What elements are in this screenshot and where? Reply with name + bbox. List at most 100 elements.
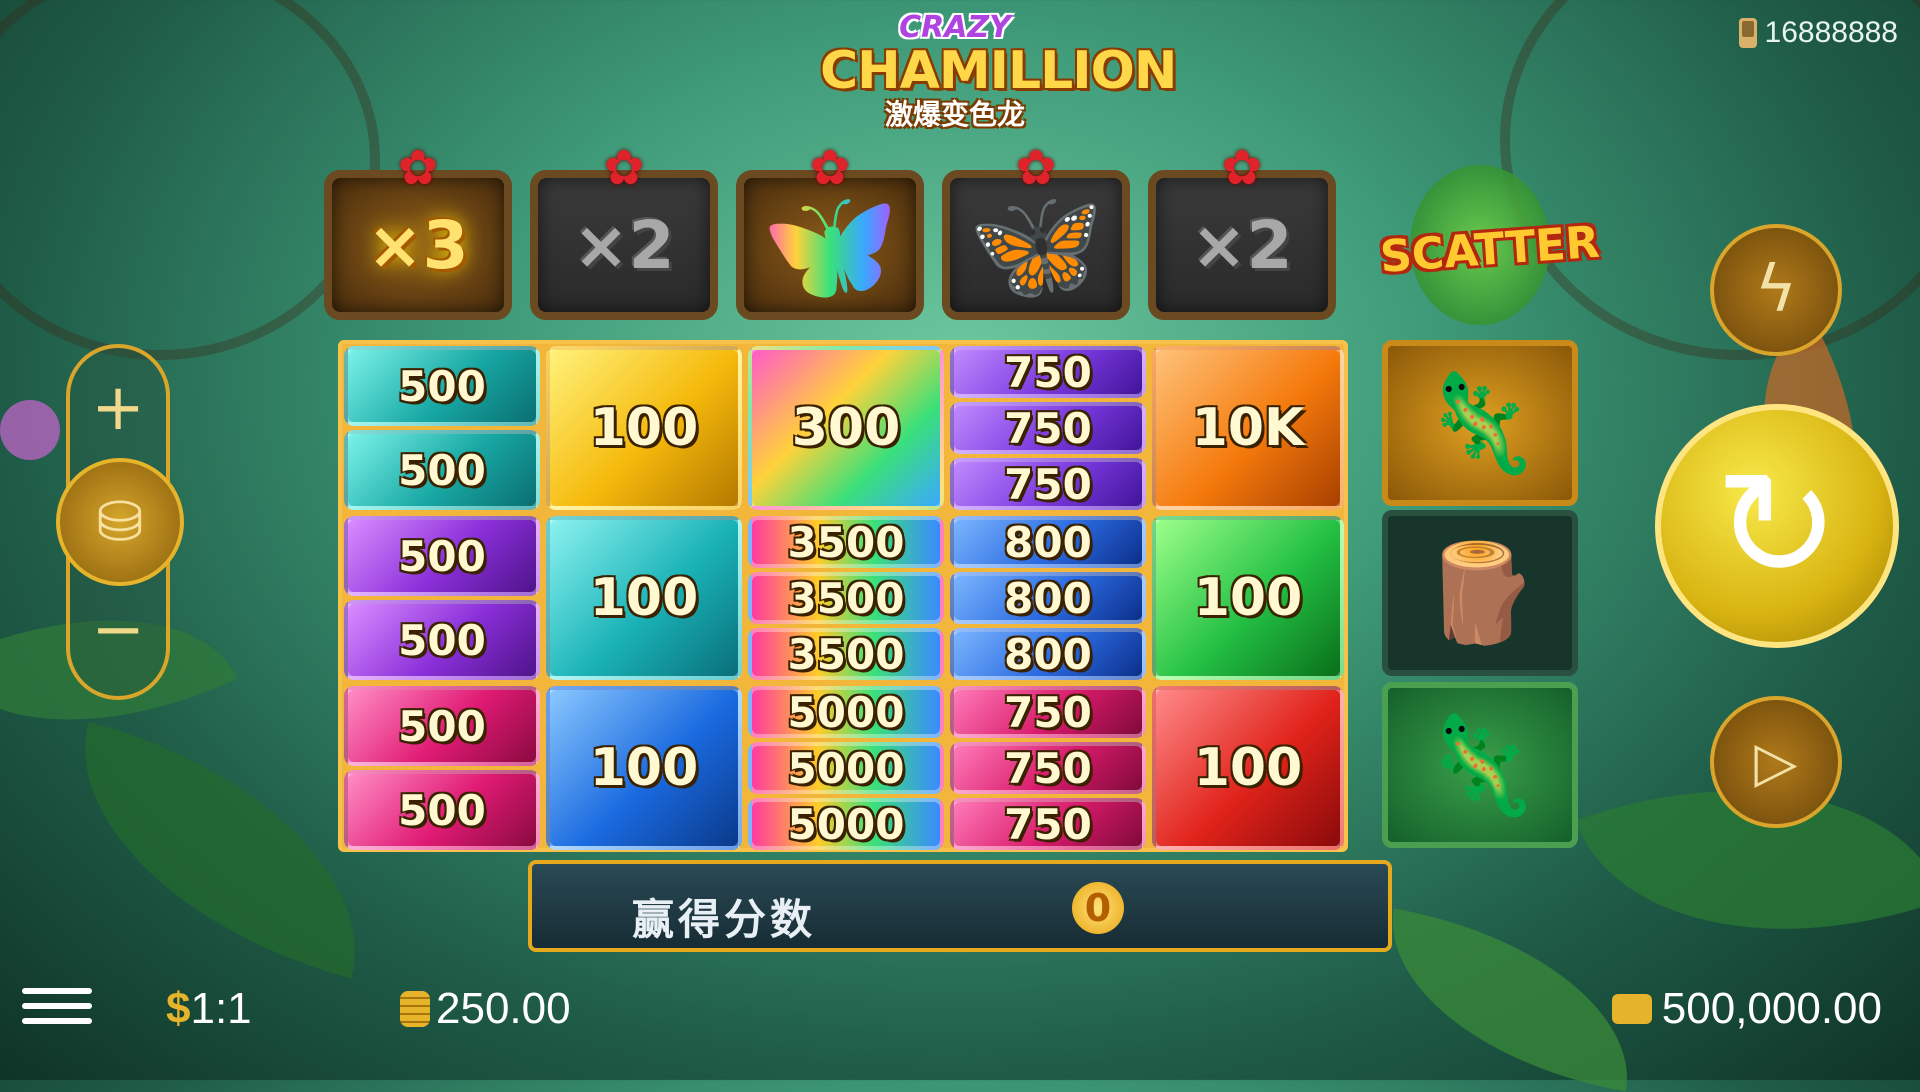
gem-value: 3500 [787,573,905,623]
gem-cell: 10K [1152,346,1344,510]
dollar-icon: $ [166,984,191,1033]
gem-cell: 3500 [748,628,944,680]
gem-value: 100 [1193,738,1303,798]
gem-value: 5000 [787,799,905,849]
log-icon: 🪵 [1420,537,1540,649]
logo-line2: CHAMILLION [820,41,1177,101]
credit-value: 500,000.00 [1661,984,1882,1033]
gem-cell: 750 [950,798,1146,850]
scatter-label: SCATTER [1378,216,1602,283]
gem-value: 500 [398,361,486,411]
gem-cell: 750 [950,742,1146,794]
gem-value: 300 [791,398,901,458]
gem-cell: 300 [748,346,944,510]
menu-button[interactable] [22,988,92,1032]
gem-value: 500 [398,701,486,751]
hamburger-icon [22,1018,92,1024]
bet-amount: 250.00 [400,984,571,1034]
gem-cell: 3500 [748,516,944,568]
gem-cell: 500 [344,770,540,850]
ratio-value: 1:1 [190,984,252,1033]
flower-icon: ✿ [603,140,645,196]
flower-icon: ✿ [1221,140,1263,196]
gem-value: 750 [1004,687,1092,737]
gem-value: 750 [1004,347,1092,397]
autoplay-button[interactable]: ▷ [1710,696,1842,828]
multiplier-row: ✿ ×3 ✿ ×2 ✿ 🦋 ✿ 🦋 ✿ ×2 [322,144,1362,338]
multiplier-cell: ✿ ×3 [324,144,512,320]
rainbow-butterfly-icon: 🦋 [761,181,899,309]
grey-butterfly-icon: 🦋 [967,181,1105,309]
bet-value: 250.00 [436,984,571,1033]
win-label: 赢得分数 [632,895,817,944]
spin-button[interactable]: ↻ [1655,404,1899,648]
gem-value: 500 [398,531,486,581]
gem-value: 800 [1004,629,1092,679]
logo-line1: CRAZY [899,10,1011,45]
play-icon: ▷ [1754,729,1798,795]
flower-icon: ✿ [397,140,439,196]
currency-ratio[interactable]: $1:1 [166,984,252,1034]
gem-value: 3500 [787,517,905,567]
multiplier-cell: ✿ 🦋 [942,144,1130,320]
turbo-button[interactable]: ϟ [1710,224,1842,356]
gem-cell: 100 [546,346,742,510]
gem-value: 800 [1004,573,1092,623]
golden-chameleon-icon: 🦎 [1420,367,1540,479]
gem-value: 500 [398,615,486,665]
symbol-log: 🪵 [1382,510,1578,676]
bet-coin-button[interactable]: ⛁ [56,458,184,586]
gem-value: 100 [589,738,699,798]
gem-cell: 500 [344,430,540,510]
gem-value: 5000 [787,687,905,737]
gem-cell: 750 [950,346,1146,398]
hamburger-icon [22,1003,92,1009]
multiplier-label: ×3 [367,206,469,284]
gem-cell: 500 [344,516,540,596]
bet-increase-button[interactable]: + [70,376,166,440]
coin-stack-icon: ⛁ [96,489,144,555]
flower-icon: ✿ [809,140,851,196]
multiplier-cell: ✿ ×2 [1148,144,1336,320]
gem-value: 750 [1004,403,1092,453]
gem-value: 3500 [787,629,905,679]
gem-value: 500 [398,445,486,495]
gem-cell: 750 [950,458,1146,510]
top-balance: 16888888 [1738,16,1898,50]
multiplier-cell: ✿ ×2 [530,144,718,320]
reel-grid: 500 500 500 500 500 500 100 100 100 300 … [338,340,1348,852]
gem-value: 100 [589,398,699,458]
gem-value: 100 [589,568,699,628]
gem-value: 100 [1193,568,1303,628]
gem-value: 750 [1004,459,1092,509]
gem-cell: 100 [1152,686,1344,850]
gem-cell: 100 [1152,516,1344,680]
refresh-arrow-icon: ↻ [1714,439,1840,613]
credit-balance: 500,000.00 [1611,984,1882,1034]
gem-cell: 750 [950,686,1146,738]
top-balance-value: 16888888 [1764,16,1898,49]
gem-cell: 500 [344,600,540,680]
flower-icon: ✿ [1015,140,1057,196]
bet-decrease-button[interactable]: − [70,598,166,662]
gem-value: 500 [398,785,486,835]
gem-cell: 3500 [748,572,944,624]
coin-stack-icon [400,991,430,1027]
device-icon [1738,18,1757,48]
gem-value: 5000 [787,743,905,793]
multiplier-label: ×2 [573,206,675,284]
gem-cell: 5000 [748,742,944,794]
symbol-golden-chameleon: 🦎 [1382,340,1578,506]
gem-cell: 5000 [748,686,944,738]
background-flower [0,400,60,460]
symbol-green-chameleon: 🦎 [1382,682,1578,848]
gem-cell: 800 [950,516,1146,568]
bottom-bar: $1:1 250.00 500,000.00 [0,968,1920,1080]
gem-cell: 800 [950,628,1146,680]
gem-value: 10K [1191,398,1305,458]
hamburger-icon [22,988,92,994]
lightning-icon: ϟ [1754,253,1798,327]
green-chameleon-icon: 🦎 [1420,709,1540,821]
scatter-banner: SCATTER [1378,165,1602,335]
gem-cell: 750 [950,402,1146,454]
